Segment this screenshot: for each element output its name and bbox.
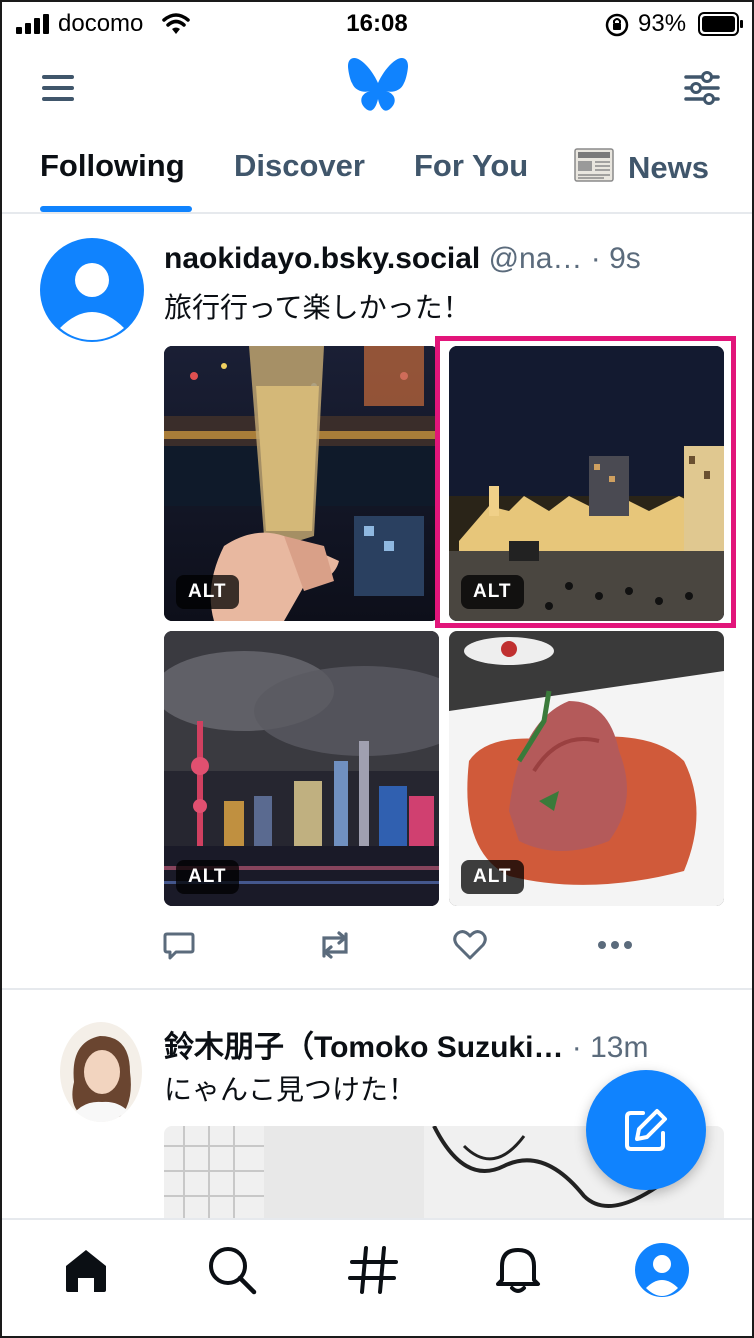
repost-icon[interactable] <box>316 928 354 962</box>
tab-news-label: News <box>628 150 709 185</box>
hamburger-menu-icon[interactable] <box>38 68 78 108</box>
author-handle[interactable]: @na… <box>489 242 583 275</box>
post-text: にゃんこ見つけた！ <box>164 1073 417 1106</box>
sliders-icon[interactable] <box>682 68 722 108</box>
newspaper-icon <box>574 148 614 182</box>
more-icon[interactable] <box>596 928 634 962</box>
app-header <box>2 48 752 128</box>
post-time[interactable]: 9s <box>609 242 641 275</box>
avatar[interactable] <box>60 1022 142 1122</box>
rotation-lock-icon <box>605 13 629 37</box>
post-image-4[interactable]: ALT <box>449 631 724 906</box>
status-bar: docomo 16:08 93% <box>2 2 752 48</box>
like-icon[interactable] <box>453 928 487 962</box>
app-screen: docomo 16:08 93% Following Discover For … <box>0 0 754 1338</box>
home-icon[interactable] <box>58 1242 114 1298</box>
feed-tabs: Following Discover For You News <box>2 128 752 214</box>
author-name[interactable]: naokidayo.bsky.social <box>164 242 480 275</box>
tab-discover[interactable]: Discover <box>234 148 365 184</box>
post-time[interactable]: 13m <box>590 1031 648 1064</box>
alt-badge[interactable]: ALT <box>176 575 239 609</box>
tab-for-you[interactable]: For You <box>414 148 528 184</box>
search-icon[interactable] <box>204 1242 260 1298</box>
post-image-1[interactable]: ALT <box>164 346 439 621</box>
default-avatar-icon <box>60 263 124 340</box>
post-image-3[interactable]: ALT <box>164 631 439 906</box>
bottom-navigation <box>2 1218 752 1336</box>
post-actions <box>2 928 752 968</box>
compose-button[interactable] <box>586 1070 706 1190</box>
alt-badge[interactable]: ALT <box>176 860 239 894</box>
selection-highlight <box>435 336 736 628</box>
avatar[interactable] <box>40 238 144 342</box>
post-author-line: naokidayo.bsky.social @na… · 9s <box>164 242 724 276</box>
compose-icon <box>625 1109 667 1151</box>
tab-following[interactable]: Following <box>40 148 185 184</box>
alt-badge[interactable]: ALT <box>461 860 524 894</box>
post-text: 旅行行って楽しかった！ <box>164 291 471 324</box>
meta-separator: · <box>563 1031 591 1064</box>
meta-separator: · <box>582 242 610 275</box>
active-tab-indicator <box>40 206 192 212</box>
butterfly-logo[interactable] <box>346 56 410 114</box>
author-name[interactable]: 鈴木朋子（Tomoko Suzuki… <box>164 1031 563 1064</box>
tab-news[interactable]: News <box>574 148 709 186</box>
reply-icon[interactable] <box>162 928 196 962</box>
hashtag-icon[interactable] <box>346 1242 402 1298</box>
profile-icon[interactable] <box>634 1242 690 1298</box>
post-author-line: 鈴木朋子（Tomoko Suzuki… · 13m <box>164 1022 724 1066</box>
notifications-icon[interactable] <box>490 1242 546 1298</box>
battery-percent: 93% <box>638 10 687 37</box>
user-photo-avatar <box>60 1022 142 1122</box>
battery-icon <box>698 12 743 36</box>
